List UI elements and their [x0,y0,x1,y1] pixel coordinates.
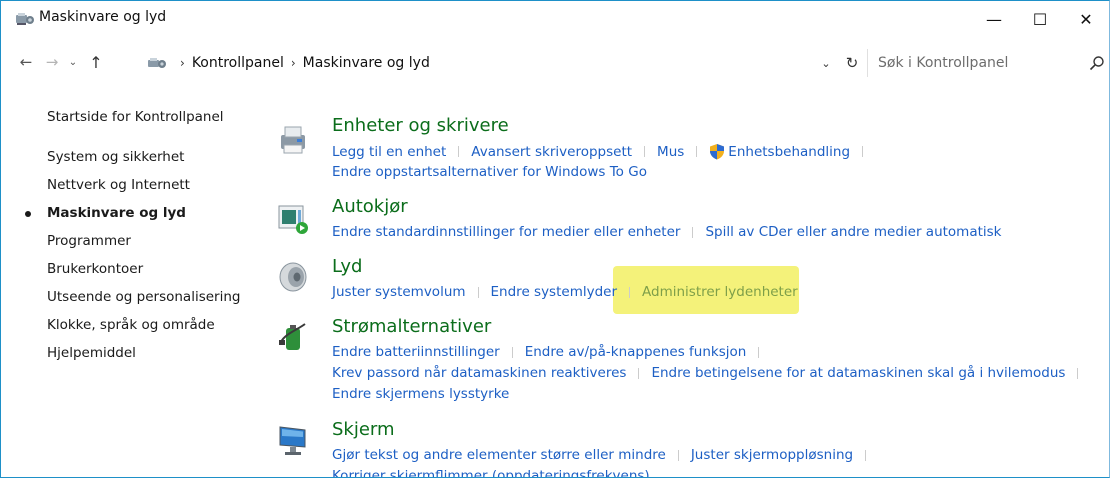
minimize-button[interactable]: — [971,1,1017,37]
link-endre-oppstartsalternativer[interactable]: Endre oppstartsalternativer for Windows … [332,164,647,180]
arrow-right-icon: → [45,53,59,71]
link-legg-til-en-enhet[interactable]: Legg til en enhet [332,144,446,160]
link-juster-systemvolum[interactable]: Juster systemvolum [332,284,466,300]
category-lyd: Lyd Juster systemvolum Endre systemlyder… [277,256,1107,306]
link-divider [862,146,864,157]
printer-device-icon[interactable] [277,123,311,157]
sidebar-item-utseende-og-personalisering[interactable]: Utseende og personalisering [47,289,240,305]
link-row: Endre batteriinnstillinger Endre av/på-k… [332,344,771,360]
refresh-icon: ↻ [845,54,859,72]
breadcrumb-item-kontrollpanel[interactable]: Kontrollpanel [192,55,284,71]
current-item-bullet [25,211,31,217]
link-avansert-skriveroppsett[interactable]: Avansert skriveroppsett [471,144,632,160]
search-icon[interactable] [1089,55,1105,71]
hardware-sound-app-icon [16,13,34,25]
control-panel-window: Maskinvare og lyd — ☐ ✕ ← → ⌄ ↑ › Kontro… [0,0,1110,478]
recent-locations-button[interactable]: ⌄ [65,51,81,73]
chevron-down-icon: ⌄ [68,56,78,68]
link-krev-passord[interactable]: Krev passord når datamaskinen reaktivere… [332,365,626,381]
sidebar-item-brukerkontoer[interactable]: Brukerkontoer [47,261,143,277]
refresh-button[interactable]: ↻ [842,53,862,73]
link-mus[interactable]: Mus [657,144,684,160]
uac-shield-icon [710,144,725,160]
link-row: Krev passord når datamaskinen reaktivere… [332,365,1090,381]
address-bar-row: ← → ⌄ ↑ › Kontrollpanel › Maskinvare og … [1,45,1109,81]
link-divider [865,449,867,461]
category-title-autokjor[interactable]: Autokjør [332,196,408,217]
search-input[interactable] [878,53,1073,73]
category-enheter-og-skrivere: Enheter og skrivere Legg til en enhet Av… [277,115,1107,185]
link-divider [629,286,631,298]
link-endre-betingelsene-hvilemodus[interactable]: Endre betingelsene for at datamaskinen s… [651,365,1065,381]
link-divider [696,146,698,157]
close-button[interactable]: ✕ [1063,1,1109,37]
category-title-enheter-og-skrivere[interactable]: Enheter og skrivere [332,115,509,136]
search-box [867,49,1109,77]
autoplay-icon[interactable] [277,202,311,236]
link-endre-batteriinnstillinger[interactable]: Endre batteriinnstillinger [332,344,500,360]
chevron-down-icon: ⌄ [821,56,831,70]
link-korriger-skjermflimmer[interactable]: Korriger skjermflimmer (oppdateringsfrek… [332,468,650,477]
link-row: Juster systemvolum Endre systemlyder Adm… [332,284,798,300]
link-row: Endre oppstartsalternativer for Windows … [332,164,647,180]
sidebar-item-hjelpemiddel[interactable]: Hjelpemiddel [47,345,136,361]
title-bar[interactable]: Maskinvare og lyd — ☐ ✕ [1,1,1109,37]
link-divider [644,146,646,157]
breadcrumb: › Kontrollpanel › Maskinvare og lyd [173,55,430,71]
link-row: Endre standardinnstillinger for medier e… [332,224,1002,240]
sidebar-item-nettverk-og-internett[interactable]: Nettverk og Internett [47,177,190,193]
link-spill-av-cder[interactable]: Spill av CDer eller andre medier automat… [705,224,1001,240]
sidebar-item-klokke-sprak-og-omrade[interactable]: Klokke, språk og område [47,317,215,333]
link-gjor-tekst-storre[interactable]: Gjør tekst og andre elementer større ell… [332,447,666,463]
breadcrumb-item-maskinvare-og-lyd[interactable]: Maskinvare og lyd [303,55,430,71]
speaker-icon[interactable] [277,260,311,294]
category-skjerm: Skjerm Gjør tekst og andre elementer stø… [277,419,1107,477]
category-stromalternativer: Strømalternativer Endre batteriinnstilli… [277,316,1107,408]
maximize-button[interactable]: ☐ [1017,1,1063,37]
window-title: Maskinvare og lyd [39,9,167,25]
monitor-icon[interactable] [277,423,311,457]
arrow-up-icon: ↑ [89,52,103,72]
link-endre-av-pa-knappenes-funksjon[interactable]: Endre av/på-knappenes funksjon [525,344,747,360]
minimize-icon: — [986,9,1002,29]
sidebar-item-system-og-sikkerhet[interactable]: System og sikkerhet [47,149,184,165]
link-enhetsbehandling[interactable]: Enhetsbehandling [728,144,850,160]
battery-power-icon[interactable] [277,320,311,354]
link-divider [511,346,513,358]
sidebar-item-programmer[interactable]: Programmer [47,233,131,249]
link-divider [1077,367,1079,379]
back-button[interactable]: ← [15,51,37,73]
close-icon: ✕ [1079,9,1093,29]
sidebar-item-startside[interactable]: Startside for Kontrollpanel [47,109,224,125]
category-title-lyd[interactable]: Lyd [332,256,362,277]
link-endre-systemlyder[interactable]: Endre systemlyder [491,284,617,300]
breadcrumb-separator[interactable]: › [180,56,185,70]
link-juster-skjermopplosning[interactable]: Juster skjermoppløsning [691,447,853,463]
address-dropdown-button[interactable]: ⌄ [817,53,835,73]
category-autokjor: Autokjør Endre standardinnstillinger for… [277,196,1107,246]
forward-button[interactable]: → [41,51,63,73]
maximize-icon: ☐ [1032,9,1048,29]
link-divider [692,226,694,238]
hardware-sound-location-icon [148,58,166,68]
link-divider [638,367,640,379]
breadcrumb-separator[interactable]: › [291,56,296,70]
up-button[interactable]: ↑ [85,51,107,73]
link-endre-skjermens-lysstyrke[interactable]: Endre skjermens lysstyrke [332,386,509,402]
link-divider [677,449,679,461]
link-divider [477,286,479,298]
link-row: Gjør tekst og andre elementer større ell… [332,447,878,463]
link-divider [758,346,760,358]
category-title-skjerm[interactable]: Skjerm [332,419,395,440]
category-title-stromalternativer[interactable]: Strømalternativer [332,316,491,337]
link-administrer-lydenheter[interactable]: Administrer lydenheter [642,284,798,300]
link-row: Endre skjermens lysstyrke [332,386,509,402]
link-divider [458,146,460,157]
link-endre-standardinnstillinger[interactable]: Endre standardinnstillinger for medier e… [332,224,680,240]
link-row: Korriger skjermflimmer (oppdateringsfrek… [332,468,650,477]
arrow-left-icon: ← [19,53,33,71]
link-row: Legg til en enhet Avansert skriveroppset… [332,143,875,160]
sidebar-item-maskinvare-og-lyd: Maskinvare og lyd [47,205,186,221]
